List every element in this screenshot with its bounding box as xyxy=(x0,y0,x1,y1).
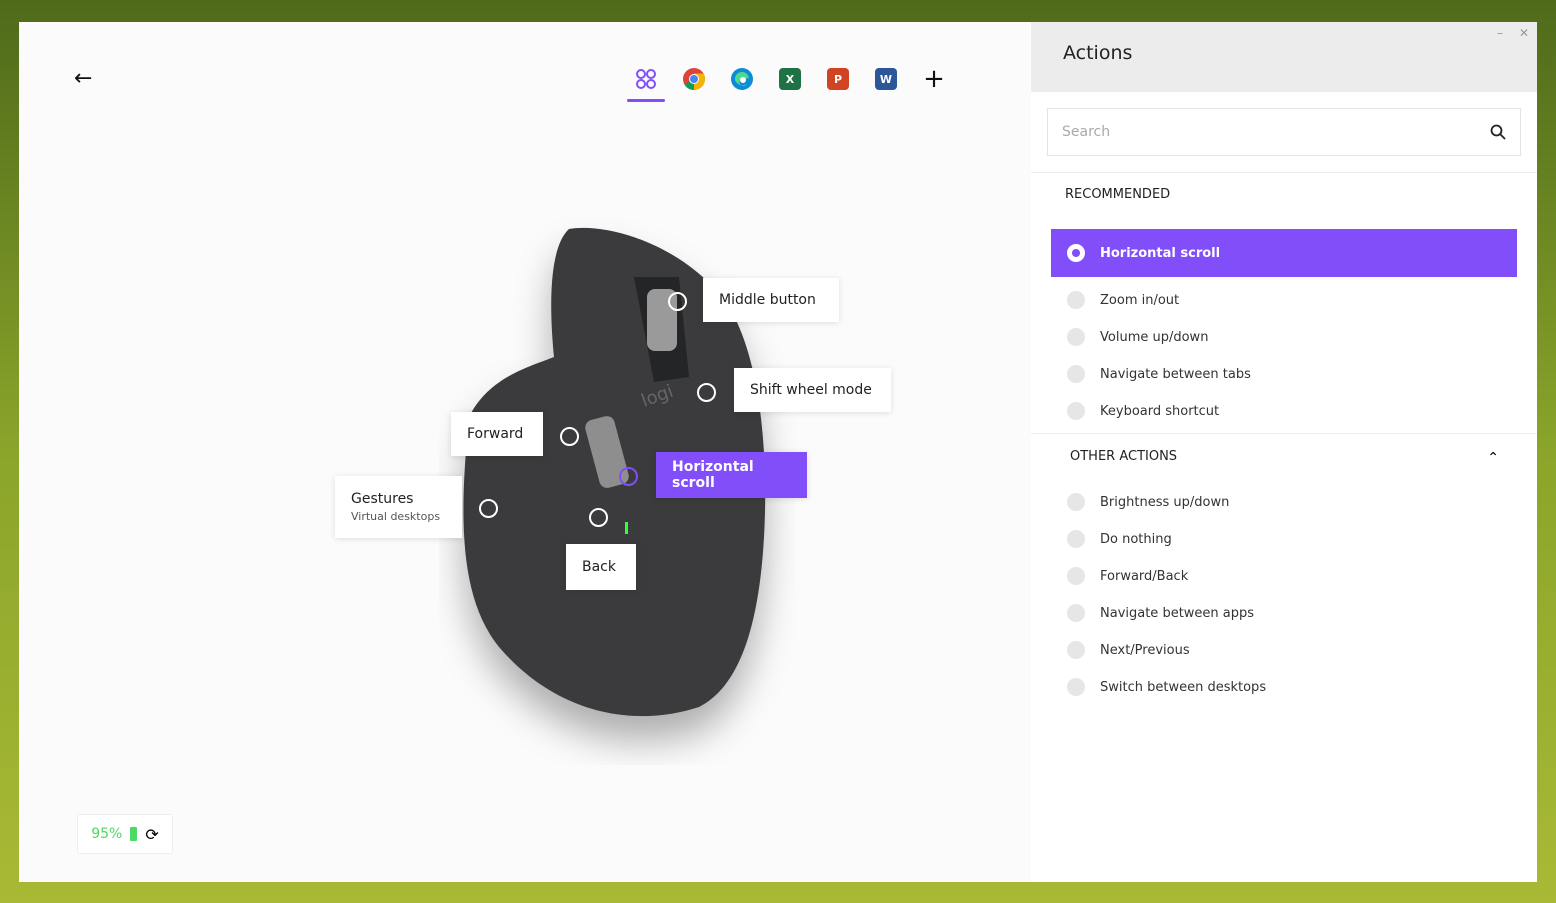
app-window: ← X P W + logi Middle button Shift wheel… xyxy=(19,22,1537,882)
option-label: Next/Previous xyxy=(1100,642,1190,658)
label-text: Forward xyxy=(467,426,524,442)
label-gestures[interactable]: Gestures Virtual desktops xyxy=(335,476,462,538)
option-label: Navigate between tabs xyxy=(1100,366,1251,382)
label-subtext: Virtual desktops xyxy=(351,510,441,523)
battery-percent: 95% xyxy=(91,826,123,842)
option-label: Navigate between apps xyxy=(1100,605,1255,621)
radio-icon xyxy=(1067,291,1085,309)
option-label: Switch between desktops xyxy=(1100,679,1267,695)
tab-all-applications[interactable] xyxy=(627,62,665,102)
tab-edge[interactable] xyxy=(727,62,757,96)
option-item[interactable]: Navigate between apps xyxy=(1067,604,1254,622)
option-label: Horizontal scroll xyxy=(1100,245,1221,261)
hotspot-forward[interactable] xyxy=(560,427,579,446)
hotspot-horizontal-scroll[interactable] xyxy=(619,467,638,486)
label-text: Gestures xyxy=(351,491,414,507)
radio-selected-icon xyxy=(1067,244,1085,262)
label-text: Shift wheel mode xyxy=(750,382,872,398)
label-text: Horizontal scroll xyxy=(672,459,754,491)
divider xyxy=(1031,172,1537,173)
label-horizontal-scroll[interactable]: Horizontal scroll xyxy=(656,452,807,498)
tab-excel[interactable]: X xyxy=(775,62,805,96)
radio-icon xyxy=(1067,567,1085,585)
option-label: Forward/Back xyxy=(1100,568,1189,584)
word-icon: W xyxy=(875,68,897,90)
battery-icon xyxy=(130,827,138,841)
search-box xyxy=(1047,108,1521,156)
other-actions-heading: OTHER ACTIONS xyxy=(1070,449,1178,464)
option-item[interactable]: Forward/Back xyxy=(1067,567,1188,585)
chrome-icon xyxy=(683,68,705,90)
radio-icon xyxy=(1067,493,1085,511)
option-label: Brightness up/down xyxy=(1100,494,1230,510)
search-icon[interactable] xyxy=(1490,124,1506,140)
option-item[interactable]: Navigate between tabs xyxy=(1067,365,1251,383)
option-item[interactable]: Volume up/down xyxy=(1067,328,1208,346)
label-shift-wheel-mode[interactable]: Shift wheel mode xyxy=(734,368,891,412)
actions-panel: Actions – ✕ RECOMMENDED Horizontal scrol… xyxy=(1031,22,1537,882)
option-selected[interactable]: Horizontal scroll xyxy=(1051,229,1517,277)
hotspot-gestures[interactable] xyxy=(479,499,498,518)
tab-chrome[interactable] xyxy=(679,62,709,96)
option-item[interactable]: Keyboard shortcut xyxy=(1067,402,1219,420)
battery-status: 95% ⟳ xyxy=(77,814,173,854)
option-item[interactable]: Brightness up/down xyxy=(1067,493,1229,511)
hotspot-middle-button[interactable] xyxy=(668,292,687,311)
add-application-button[interactable]: + xyxy=(919,62,949,96)
option-item[interactable]: Next/Previous xyxy=(1067,641,1190,659)
label-text: Middle button xyxy=(719,292,816,308)
tab-powerpoint[interactable]: P xyxy=(823,62,853,96)
radio-icon xyxy=(1067,641,1085,659)
label-text: Back xyxy=(582,559,616,575)
device-view: ← X P W + logi Middle button Shift wheel… xyxy=(19,22,1031,882)
option-label: Volume up/down xyxy=(1100,329,1209,345)
grid-icon xyxy=(636,69,656,89)
edge-icon xyxy=(731,68,753,90)
tab-word[interactable]: W xyxy=(871,62,901,96)
powerpoint-icon: P xyxy=(827,68,849,90)
back-arrow-icon[interactable]: ← xyxy=(74,66,92,91)
recommended-heading: RECOMMENDED xyxy=(1065,187,1171,202)
radio-icon xyxy=(1067,365,1085,383)
hotspot-shift-wheel[interactable] xyxy=(697,383,716,402)
excel-icon: X xyxy=(779,68,801,90)
radio-icon xyxy=(1067,328,1085,346)
option-label: Keyboard shortcut xyxy=(1100,403,1220,419)
search-input[interactable] xyxy=(1062,124,1462,140)
label-middle-button[interactable]: Middle button xyxy=(703,278,839,322)
option-item[interactable]: Zoom in/out xyxy=(1067,291,1179,309)
option-item[interactable]: Switch between desktops xyxy=(1067,678,1266,696)
radio-icon xyxy=(1067,604,1085,622)
option-item[interactable]: Do nothing xyxy=(1067,530,1172,548)
radio-icon xyxy=(1067,678,1085,696)
app-tabs: X P W + xyxy=(627,62,949,102)
divider xyxy=(1031,433,1537,434)
plus-icon: + xyxy=(923,64,945,94)
radio-icon xyxy=(1067,402,1085,420)
flow-icon: ⟳ xyxy=(145,824,159,844)
hotspot-back[interactable] xyxy=(589,508,608,527)
option-label: Do nothing xyxy=(1100,531,1172,547)
label-back[interactable]: Back xyxy=(566,544,636,590)
option-label: Zoom in/out xyxy=(1100,292,1180,308)
chevron-up-icon[interactable]: ⌃ xyxy=(1487,450,1499,466)
label-forward[interactable]: Forward xyxy=(451,412,543,456)
panel-title: Actions xyxy=(1063,42,1133,64)
panel-header: Actions – ✕ xyxy=(1031,22,1537,92)
minimize-button[interactable]: – xyxy=(1497,26,1503,40)
close-button[interactable]: ✕ xyxy=(1519,26,1529,40)
radio-icon xyxy=(1067,530,1085,548)
